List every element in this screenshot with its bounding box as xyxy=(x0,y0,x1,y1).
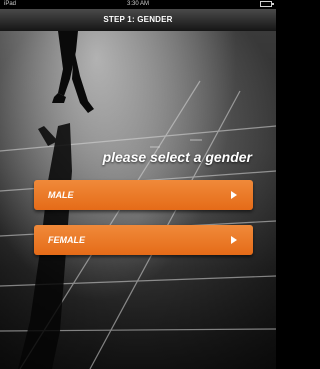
play-triangle-icon xyxy=(231,191,237,199)
status-bar: iPad 3:30 AM xyxy=(0,0,276,9)
female-button-label: FEMALE xyxy=(48,235,85,245)
page-title: STEP 1: GENDER xyxy=(103,15,173,24)
battery-icon xyxy=(260,1,274,7)
navigation-bar: STEP 1: GENDER xyxy=(0,9,276,32)
play-triangle-icon xyxy=(231,236,237,244)
male-button-label: MALE xyxy=(48,190,74,200)
gender-prompt: please select a gender xyxy=(102,149,252,165)
male-button[interactable]: MALE xyxy=(34,180,253,210)
clock: 3:30 AM xyxy=(126,1,149,7)
screen: iPad 3:30 AM STEP 1: GENDER please selec… xyxy=(0,0,276,369)
female-button[interactable]: FEMALE xyxy=(34,225,253,255)
